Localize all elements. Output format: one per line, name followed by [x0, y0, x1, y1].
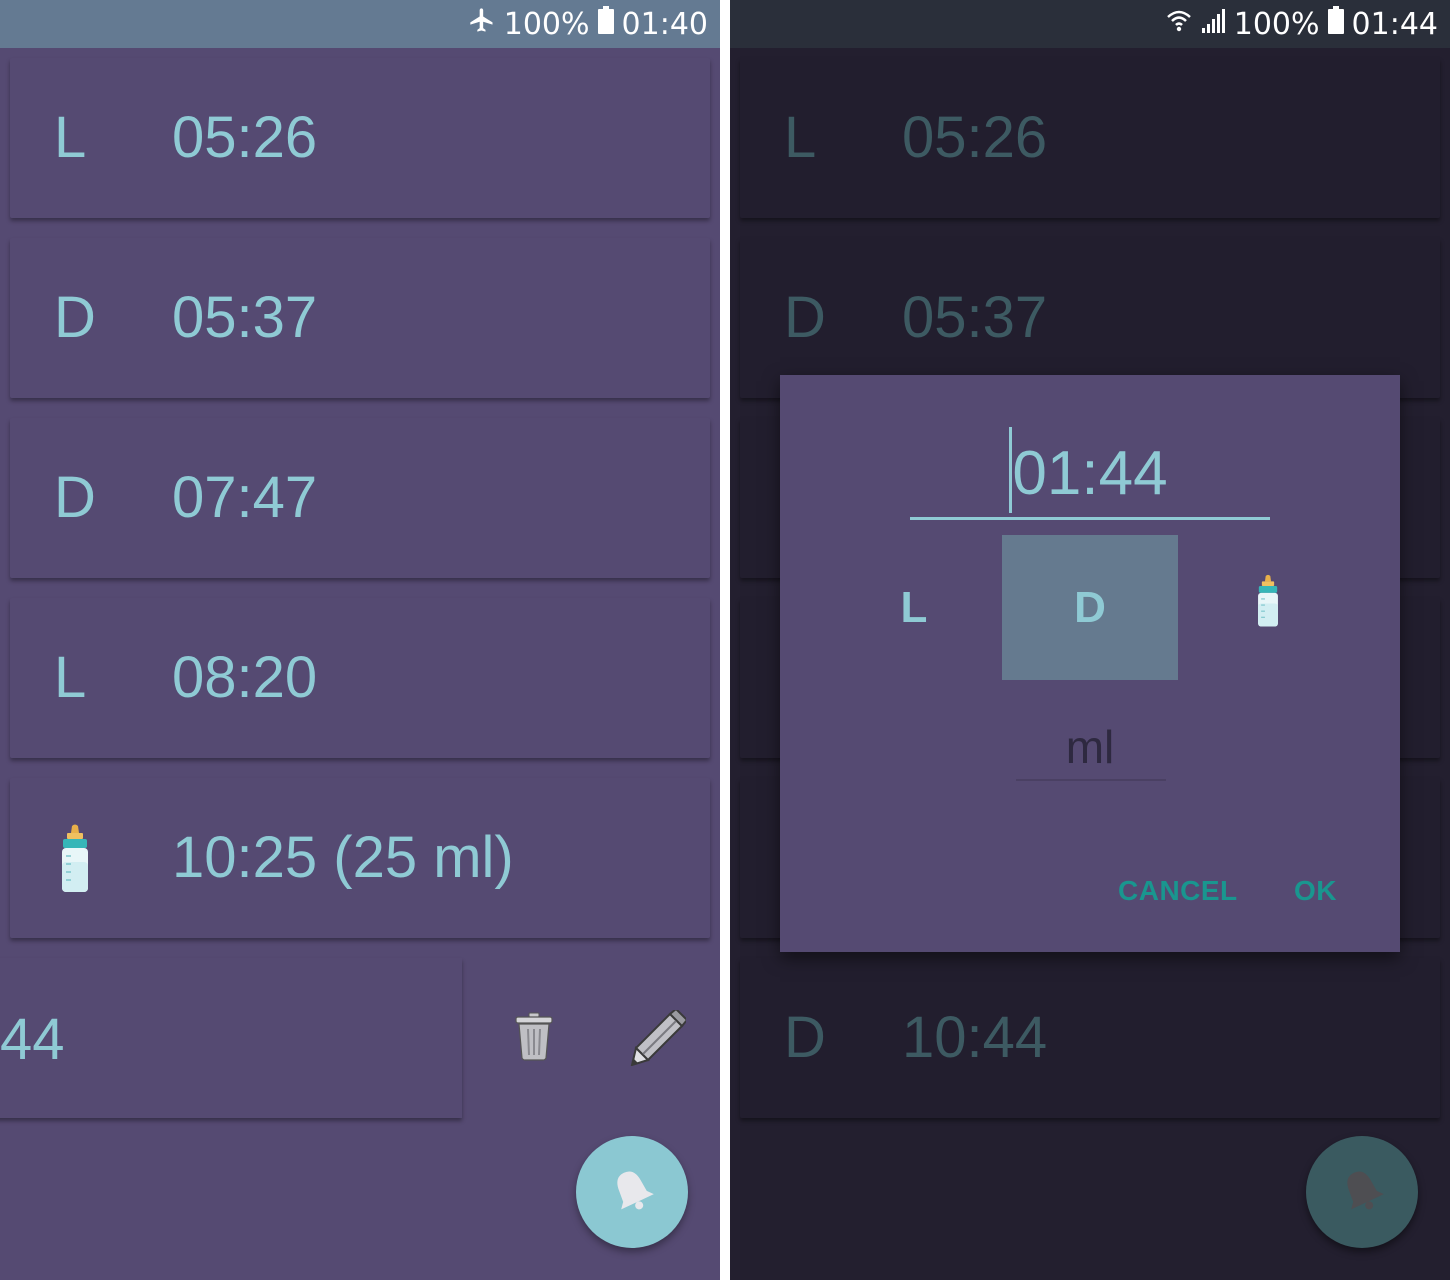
entry-time-fragment: 44 [0, 1007, 65, 1072]
ml-input[interactable] [1012, 717, 1168, 777]
left-screen: 100% 01:40 L 05:26 D 05:37 D 07:47 L 08:… [0, 0, 720, 1280]
bell-icon [1337, 1165, 1387, 1219]
add-alarm-fab [1306, 1136, 1418, 1248]
clock: 01:44 [1351, 6, 1438, 42]
new-entry-dialog: L D CANCEL OK [780, 375, 1400, 952]
entry-time: 05:26 [172, 105, 318, 170]
battery-percent: 100% [1233, 6, 1320, 42]
battery-icon [1327, 6, 1344, 42]
entry-card: D 05:37 [740, 238, 1440, 398]
entry-time: 10:44 [902, 1005, 1048, 1070]
entry-type: D [784, 1005, 826, 1070]
entry-card[interactable]: 10:25 (25 ml) [10, 778, 710, 938]
entry-card[interactable]: D 07:47 [10, 418, 710, 578]
wifi-icon [1166, 7, 1192, 42]
entry-type: D [54, 285, 96, 350]
entry-type: L [784, 105, 817, 170]
pencil-icon[interactable] [630, 1007, 689, 1070]
entry-type: D [784, 285, 826, 350]
time-input[interactable] [910, 425, 1270, 521]
entry-type: D [54, 465, 96, 530]
text-cursor [1009, 427, 1012, 513]
bottle-icon [58, 824, 92, 900]
entry-time: 05:37 [172, 285, 318, 350]
swiped-entry-card[interactable]: 44 [0, 958, 462, 1118]
clock: 01:40 [621, 6, 708, 42]
ml-input-underline [1016, 779, 1166, 781]
entry-time: 05:26 [902, 105, 1048, 170]
trash-icon[interactable] [514, 1012, 554, 1066]
status-bar: 100% 01:44 [730, 0, 1450, 48]
type-option-l[interactable]: L [866, 535, 962, 680]
entry-time: 08:20 [172, 645, 318, 710]
battery-icon [597, 6, 614, 42]
entry-time: 05:37 [902, 285, 1048, 350]
status-bar: 100% 01:40 [0, 0, 720, 48]
add-alarm-fab[interactable] [576, 1136, 688, 1248]
entry-card[interactable]: L 05:26 [10, 58, 710, 218]
right-screen: 100% 01:44 L 05:26 D 05:37 D 10:44 01:44… [730, 0, 1450, 1280]
entry-card: L 05:26 [740, 58, 1440, 218]
cancel-button[interactable]: CANCEL [1118, 875, 1238, 907]
entry-type: L [54, 645, 87, 710]
bell-icon [607, 1165, 657, 1219]
type-option-bottle[interactable] [1220, 535, 1316, 680]
airplane-mode-icon [468, 6, 496, 42]
entry-type: L [54, 105, 87, 170]
ok-button[interactable]: OK [1294, 875, 1337, 907]
entry-time: 10:25 (25 ml) [172, 825, 514, 890]
entry-time: 07:47 [172, 465, 318, 530]
entry-card[interactable]: L 08:20 [10, 598, 710, 758]
type-option-d[interactable]: D [1002, 535, 1178, 680]
battery-percent: 100% [503, 6, 590, 42]
signal-icon [1200, 7, 1226, 42]
entry-card[interactable]: D 05:37 [10, 238, 710, 398]
bottle-icon [1255, 574, 1281, 641]
time-input-underline [910, 517, 1270, 520]
entry-card: D 10:44 [740, 958, 1440, 1118]
